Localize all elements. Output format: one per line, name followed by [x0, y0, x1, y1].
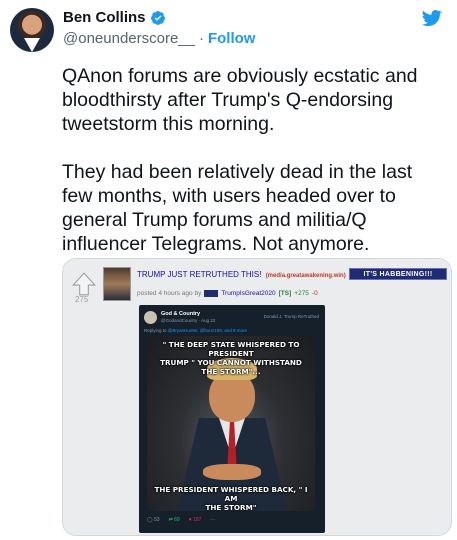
replying-users: @BryanHunter, @bunz109, and 8 more: [167, 328, 247, 333]
user-tag: [TS]: [278, 290, 292, 297]
handle-row: @oneunderscore__ · Follow: [63, 30, 255, 47]
embedded-actions: ◯ 53 ⇄ 69 ♥ 187 ···: [147, 517, 215, 523]
post-domain: (media.greatawakening.win): [265, 273, 346, 279]
embedded-avatar: [144, 311, 157, 324]
retruthed-label: Donald J. Trump ReTruthed: [263, 314, 319, 319]
post-score: 275: [75, 295, 89, 304]
upvote-arrow-icon: [71, 272, 97, 296]
post-title: TRUMP JUST RETRUTHED THIS!: [137, 270, 262, 279]
attached-screenshot[interactable]: 275 TRUMP JUST RETRUTHED THIS! (media.gr…: [62, 258, 452, 536]
replying-to: Replying to @BryanHunter, @bunz109, and …: [144, 328, 247, 333]
tweet-text: QAnon forums are obviously ecstatic and …: [62, 65, 418, 255]
portrait-hands: [203, 464, 261, 480]
separator-dot: ·: [198, 30, 204, 47]
retruth-count: ⇄ 69: [168, 517, 180, 523]
meme-top-caption: " THE DEEP STATE WHISPERED TO PRESIDENT …: [160, 340, 302, 376]
post-meta: posted 4 hours ago by TrumpIsGreat2020 […: [137, 290, 318, 297]
reply-count: ◯ 53: [147, 517, 160, 523]
more-icon: ···: [210, 517, 216, 523]
display-name[interactable]: Ben Collins: [63, 9, 146, 26]
author-name-row: Ben Collins: [63, 9, 166, 26]
avatar[interactable]: [10, 8, 54, 52]
forum-post: 275 TRUMP JUST RETRUTHED THIS! (media.gr…: [63, 259, 451, 535]
replying-prefix: Replying to: [144, 328, 167, 333]
post-title-row: TRUMP JUST RETRUTHED THIS! (media.greata…: [137, 270, 346, 279]
post-thumbnail: [103, 267, 131, 301]
twitter-bird-icon[interactable]: [421, 8, 443, 28]
embedded-name: God & Country: [161, 311, 201, 317]
meme-image: " THE DEEP STATE WHISPERED TO PRESIDENT …: [147, 336, 315, 511]
embedded-truth-post: God & Country @GodandCountry · Aug 22 Do…: [139, 305, 325, 533]
tweet: Ben Collins @oneunderscore__ · Follow QA…: [0, 0, 457, 540]
handle[interactable]: @oneunderscore__: [63, 30, 195, 47]
post-username: TrumpIsGreat2020: [221, 290, 276, 297]
verified-badge-icon: [150, 10, 165, 25]
upvote-count: +275: [294, 290, 309, 297]
follow-button[interactable]: Follow: [208, 30, 256, 47]
posted-text: posted 4 hours ago by: [137, 290, 202, 297]
meme-bottom-caption: THE PRESIDENT WHISPERED BACK, " I AM THE…: [154, 485, 308, 511]
post-flair: IT'S HABBENING!!!: [349, 268, 447, 280]
like-count: ♥ 187: [188, 517, 202, 523]
downvote-count: -0: [311, 290, 318, 297]
embedded-handle: @GodandCountry · Aug 22: [161, 318, 216, 323]
user-badge: [204, 290, 219, 297]
